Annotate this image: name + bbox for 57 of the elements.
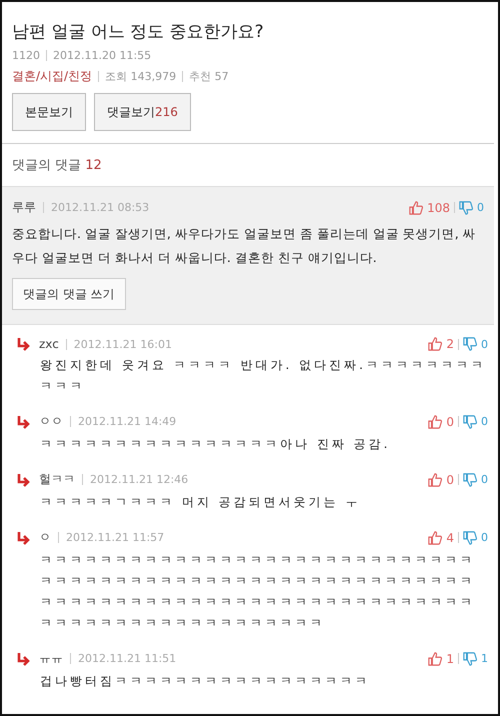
thumbs-up-icon[interactable] <box>428 414 442 428</box>
reply-arrow-icon <box>16 652 32 666</box>
reply-arrow-icon <box>16 414 32 428</box>
thumbs-down-icon[interactable] <box>463 530 477 544</box>
dislike-count: 0 <box>481 531 488 544</box>
view-count: 조회 143,979 <box>105 69 176 84</box>
thumbs-down-icon[interactable] <box>463 652 477 666</box>
comment-text: 중요합니다. 얼굴 잘생기면, 싸우다가도 얼굴보면 좀 풀리는데 얼굴 못생기면, 싸우다 얼굴보면 더 화나서 더 싸웁니다. 결혼한 친구 얘기입니다. <box>12 225 477 267</box>
reply-text: ㅋㅋㅋㅋㅋㄱㅋㅋㅋ 머지 공감되면서웃기는 ㅜ <box>39 494 362 511</box>
thumbs-up-icon[interactable] <box>428 652 442 666</box>
category-link[interactable]: 결혼/시집/친정 <box>12 68 92 85</box>
reply-date: 2012.11.21 16:01 <box>74 338 172 350</box>
like-count: 0 <box>446 472 454 486</box>
write-reply-button[interactable]: 댓글의 댓글 쓰기 <box>12 278 126 310</box>
reply-date: 2012.11.21 11:51 <box>78 652 176 665</box>
like-count: 4 <box>446 530 454 544</box>
reply-author: ㅇㅇ <box>39 413 63 430</box>
dislike-count: 1 <box>481 652 488 665</box>
author-name: 1120 <box>12 49 40 62</box>
reply-author: ㅠㅠ <box>39 650 63 667</box>
replies-count: 댓글의 댓글 12 <box>11 157 103 175</box>
like-count: 0 <box>446 414 454 428</box>
like-count: 108 <box>427 200 450 214</box>
reply-arrow-icon <box>16 530 32 544</box>
post-date: 2012.11.20 11:55 <box>53 49 152 62</box>
reply-author: ㅇ <box>39 529 51 546</box>
dislike-count: 0 <box>481 338 488 350</box>
thumbs-down-icon[interactable] <box>463 337 477 351</box>
view-button[interactable]: 본문보기 <box>12 93 86 131</box>
reply-date: 2012.11.21 14:49 <box>78 415 176 428</box>
like-count: 1 <box>446 652 454 666</box>
thumbs-down-icon[interactable] <box>463 414 477 428</box>
thumbs-up-icon[interactable] <box>428 472 442 486</box>
reply-author: zxc <box>39 337 59 351</box>
recommend-count: 추천 57 <box>189 69 229 84</box>
thumbs-up-icon[interactable] <box>428 337 442 351</box>
reply-date: 2012.11.21 12:46 <box>90 473 188 486</box>
reply-arrow-icon <box>16 337 32 351</box>
view-button[interactable]: 댓글보기216 <box>94 93 191 131</box>
thumbs-up-icon[interactable] <box>409 200 424 214</box>
comment-author: 루루 <box>12 199 36 216</box>
dislike-count: 0 <box>477 201 484 214</box>
reply-author: 헐ㅋㅋ <box>39 471 75 488</box>
thumbs-down-icon[interactable] <box>463 472 477 486</box>
dislike-count: 0 <box>481 415 488 428</box>
comment-date: 2012.11.21 08:53 <box>51 201 150 214</box>
reply-date: 2012.11.21 11:57 <box>66 531 164 544</box>
thumbs-up-icon[interactable] <box>428 530 442 544</box>
like-count: 2 <box>446 337 454 351</box>
reply-text: 겁나빵터짐ㅋㅋㅋㅋㅋㅋㅋㅋㅋㅋㅋㅋㅋㅋㅋㅋㅋ <box>39 673 371 690</box>
reply-arrow-icon <box>16 472 32 486</box>
reply-text: 왕진지한데 웃겨요 ㅋㅋㅋㅋ 반대가. 없다진짜.ㅋㅋㅋㅋㅋㅋㅋㅋㅋㅋㅋ <box>39 357 487 395</box>
post-title: 남편 얼굴 어느 정도 중요한가요? <box>12 21 265 43</box>
reply-text: ㅋㅋㅋㅋㅋㅋㅋㅋㅋㅋㅋㅋㅋㅋㅋㅋㅋㅋㅋㅋㅋㅋㅋㅋㅋㅋㅋㅋㅋㅋㅋㅋㅋㅋㅋㅋㅋㅋㅋㅋㅋㅋㅋㅋㅋㅋㅋㅋㅋㅋㅋㅋㅋㅋㅋㅋㅋㅋㅋㅋㅋㅋㅋㅋㅋㅋㅋㅋㅋㅋㅋㅋㅋㅋㅋㅋㅋㅋㅋㅋㅋㅋㅋㅋㅋㅋㅋㅋㅋㅋㅋㅋㅋㅋㅋㅋㅋㅋㅋㅋㅋㅋㅋㅋㅋㅋ <box>39 552 476 632</box>
reply-text: ㅋㅋㅋㅋㅋㅋㅋㅋㅋㅋㅋㅋㅋㅋㅋㅋ아나 진짜 공감. <box>39 436 392 453</box>
dislike-count: 0 <box>481 473 488 486</box>
thumbs-down-icon[interactable] <box>459 200 473 214</box>
